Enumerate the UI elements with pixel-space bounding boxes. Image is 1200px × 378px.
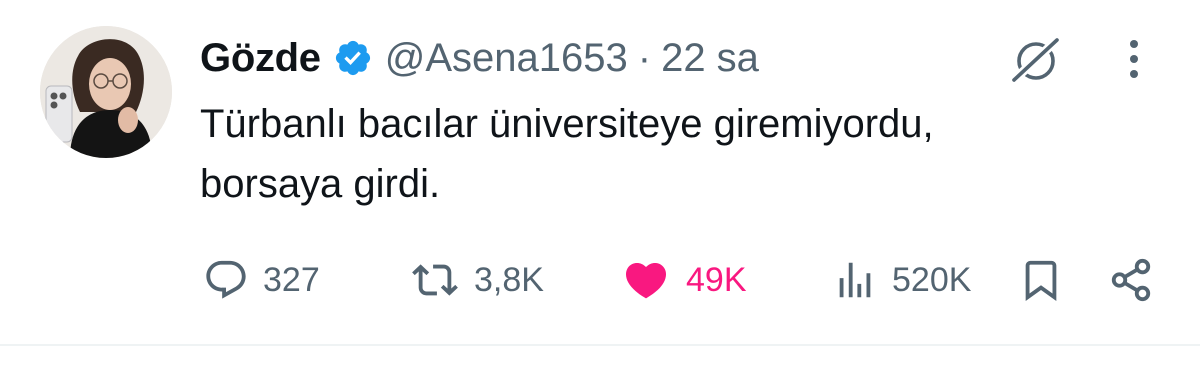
retweet-count: 3,8K: [474, 260, 544, 299]
reply-icon: [206, 260, 246, 299]
retweet-button[interactable]: 3,8K: [410, 252, 544, 308]
divider: [0, 344, 1200, 346]
tweet-text: Türbanlı bacılar üniversiteye giremiyord…: [200, 94, 1160, 214]
author-handle[interactable]: @Asena1653: [385, 36, 628, 81]
bookmark-button[interactable]: [1018, 252, 1064, 308]
views-button[interactable]: 520K: [832, 252, 971, 308]
separator-dot: ·: [637, 35, 652, 80]
grok-icon[interactable]: [1003, 32, 1069, 88]
display-name[interactable]: Gözde: [200, 36, 321, 81]
view-count: 520K: [892, 260, 972, 299]
avatar-photo: [40, 26, 172, 158]
action-bar: 327 3,8K 49K 520K: [0, 252, 1200, 308]
views-icon: [839, 262, 871, 298]
bookmark-icon: [1025, 260, 1057, 301]
timestamp[interactable]: 22 sa: [661, 36, 759, 81]
retweet-icon: [412, 264, 458, 296]
reply-button[interactable]: 327: [203, 252, 320, 308]
verified-badge-icon[interactable]: [333, 38, 373, 78]
more-icon[interactable]: [1114, 34, 1154, 84]
tweet-card[interactable]: Gözde @Asena1653 · 22 sa Türbanlı bacıla…: [0, 0, 1200, 378]
tweet-text-line: Türbanlı bacılar üniversiteye giremiyord…: [200, 102, 934, 146]
like-button[interactable]: 49K: [620, 252, 747, 308]
reply-count: 327: [263, 260, 320, 299]
tweet-text-line: borsaya girdi.: [200, 162, 441, 206]
share-icon: [1111, 258, 1151, 302]
heart-icon: [625, 263, 667, 299]
like-count: 49K: [686, 260, 747, 299]
share-button[interactable]: [1108, 252, 1154, 308]
avatar[interactable]: [40, 26, 172, 158]
tweet-header: Gözde @Asena1653 · 22 sa: [200, 30, 759, 86]
